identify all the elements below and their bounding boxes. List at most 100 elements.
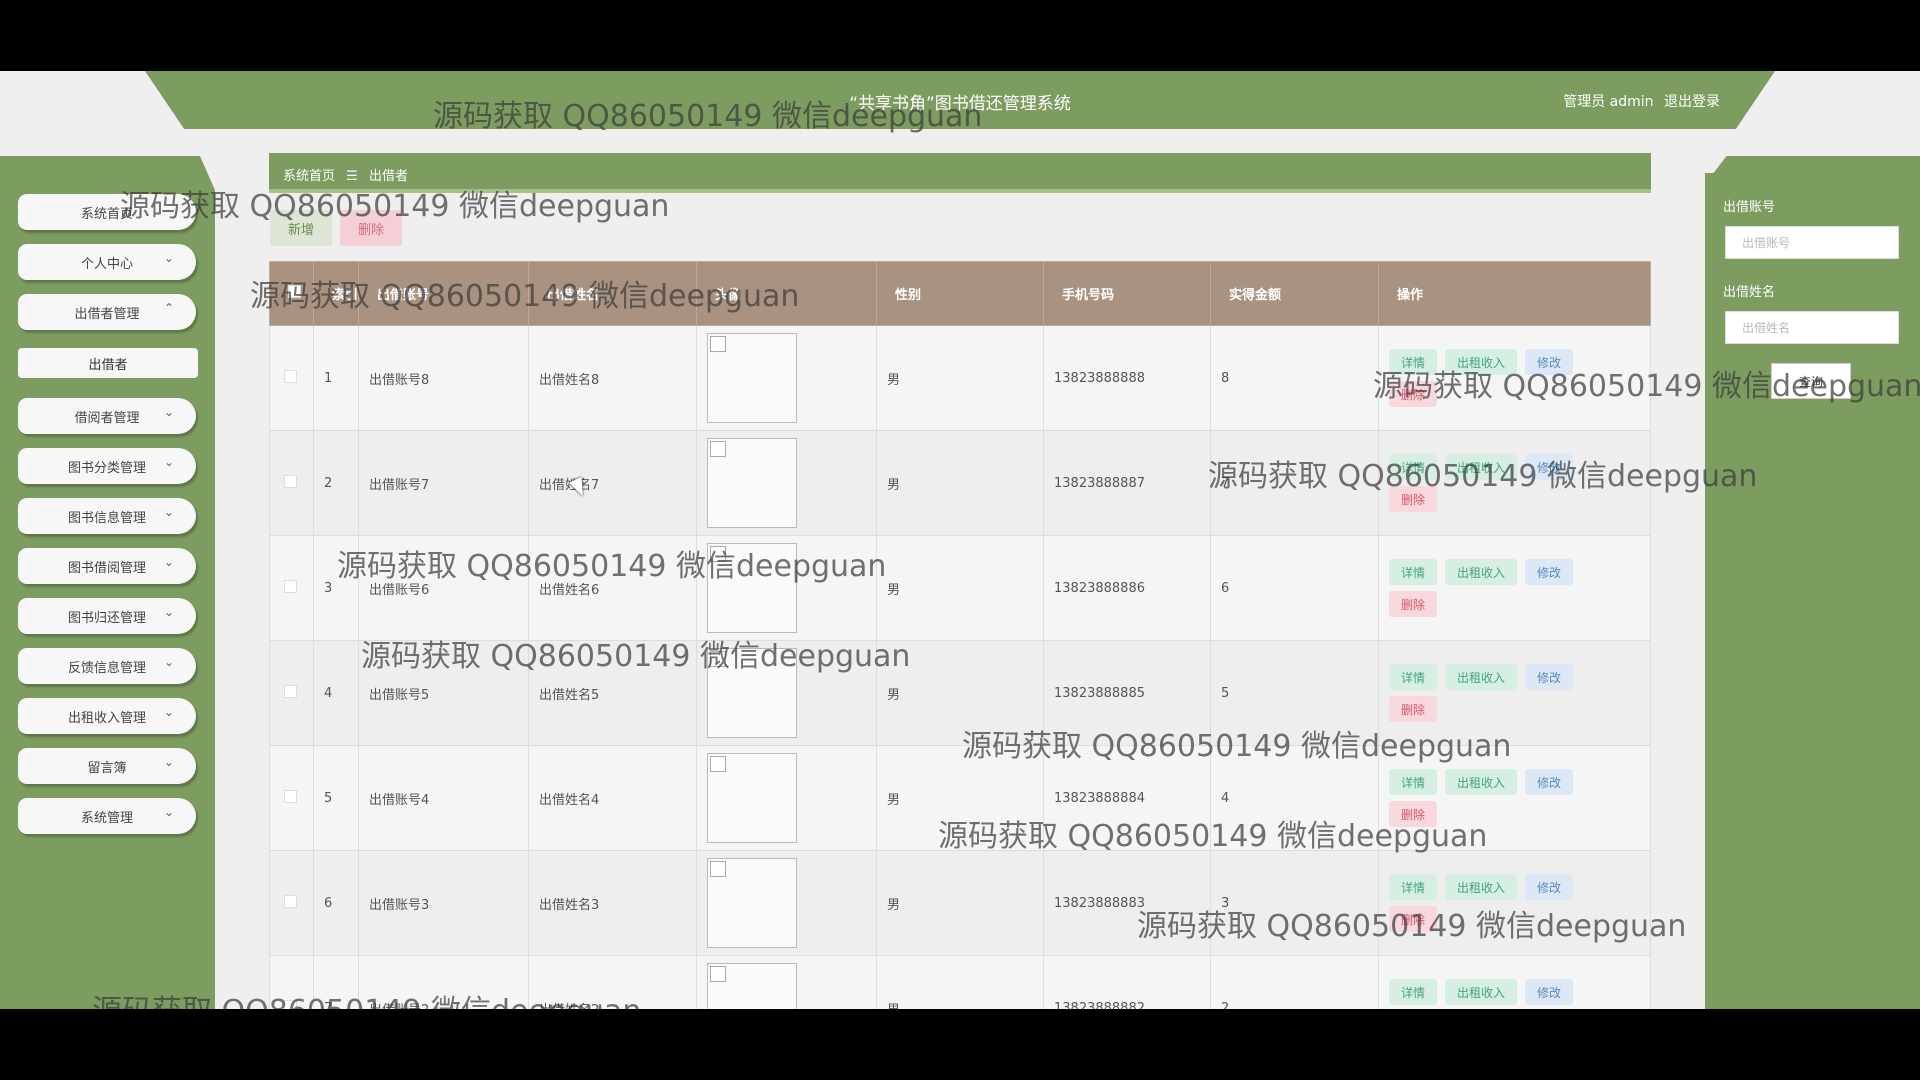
chevron-down-icon: ⌄ (163, 605, 174, 619)
sidebar-item-label: 图书归还管理 (67, 610, 146, 626)
sidebar-item-borrower-mgmt[interactable]: 借阅者管理 ⌄ (18, 398, 196, 434)
sidebar-item-guestbook[interactable]: 留言簿 ⌄ (18, 748, 196, 784)
detail-button[interactable]: 详情 (1389, 874, 1438, 900)
add-button[interactable]: 新增 (270, 210, 332, 246)
sidebar-item-home[interactable]: 系统首页 (18, 194, 196, 230)
row-checkbox[interactable] (284, 579, 297, 593)
sidebar-item-label: 图书信息管理 (67, 510, 146, 526)
row-select-cell (269, 955, 314, 1009)
sidebar-item-feedback-mgmt[interactable]: 反馈信息管理 ⌄ (18, 648, 196, 684)
row-checkbox[interactable] (284, 789, 297, 803)
detail-button[interactable]: 详情 (1389, 664, 1438, 690)
income-button[interactable]: 出租收入 (1445, 874, 1518, 900)
sidebar-item-profile[interactable]: 个人中心 ⌄ (18, 244, 196, 280)
income-button[interactable]: 出租收入 (1445, 979, 1518, 1005)
row-actions: 详情 出租收入 修改 删除 (1378, 430, 1651, 536)
row-account: 出借账号4 (358, 745, 529, 851)
row-action-group: 详情 出租收入 修改 删除 (1389, 664, 1589, 722)
logout-link[interactable]: 退出登录 (1664, 94, 1720, 110)
row-phone: 13823888883 (1043, 850, 1211, 956)
name-search-input[interactable]: 出借姓名 (1725, 311, 1899, 344)
edit-button[interactable]: 修改 (1525, 769, 1574, 795)
delete-button[interactable]: 删除 (1389, 591, 1438, 617)
edit-button[interactable]: 修改 (1525, 559, 1574, 585)
delete-button[interactable]: 删除 (1389, 486, 1438, 512)
detail-button[interactable]: 详情 (1389, 979, 1438, 1005)
detail-button[interactable]: 详情 (1389, 349, 1438, 375)
row-amount: 2 (1210, 955, 1379, 1009)
delete-button[interactable]: 删除 (1389, 906, 1438, 932)
row-index: 4 (313, 640, 359, 746)
sidebar-item-income-mgmt[interactable]: 出租收入管理 ⌄ (18, 698, 196, 734)
row-select-cell (269, 325, 314, 431)
row-checkbox[interactable] (284, 369, 297, 383)
detail-button[interactable]: 详情 (1389, 454, 1438, 480)
search-button[interactable]: 查询 (1771, 363, 1851, 399)
edit-button[interactable]: 修改 (1525, 664, 1574, 690)
row-index: 6 (313, 850, 359, 956)
row-avatar-cell (696, 745, 877, 851)
row-name: 出借姓名7 (528, 430, 697, 536)
edit-button[interactable]: 修改 (1525, 454, 1574, 480)
select-all-checkbox[interactable] (288, 285, 301, 298)
income-button[interactable]: 出租收入 (1445, 349, 1518, 375)
chevron-up-icon: ⌃ (163, 301, 174, 315)
detail-button[interactable]: 详情 (1389, 559, 1438, 585)
row-checkbox[interactable] (284, 894, 297, 908)
row-name: 出借姓名4 (528, 745, 697, 851)
account-search-input[interactable]: 出借账号 (1725, 226, 1899, 259)
sidebar: 系统首页 个人中心 ⌄ 出借者管理 ⌃ 出借者 借阅者管理 ⌄ 图书分类管理 ⌄ 图书信… (0, 156, 215, 1009)
avatar-image (707, 963, 797, 1009)
row-amount: 5 (1210, 640, 1379, 746)
row-checkbox[interactable] (284, 684, 297, 698)
sidebar-item-system-mgmt[interactable]: 系统管理 ⌄ (18, 798, 196, 834)
sidebar-item-label: 出借者管理 (74, 306, 140, 322)
edit-button[interactable]: 修改 (1525, 349, 1574, 375)
row-account: 出借账号3 (358, 850, 529, 956)
chevron-down-icon: ⌄ (163, 755, 174, 769)
sidebar-item-category-mgmt[interactable]: 图书分类管理 ⌄ (18, 448, 196, 484)
breadcrumb-home[interactable]: 系统首页 (283, 169, 335, 184)
row-amount: 4 (1210, 745, 1379, 851)
row-action-group: 详情 出租收入 修改 删除 (1389, 874, 1589, 932)
sidebar-item-label: 出租收入管理 (67, 710, 146, 726)
income-button[interactable]: 出租收入 (1445, 769, 1518, 795)
sidebar-item-label: 个人中心 (80, 256, 133, 272)
delete-button[interactable]: 删除 (1389, 381, 1438, 407)
lender-table: 索引 出借账号 出借姓名 头像 性别 手机号码 实得金额 操作 1 出借账号8 … (269, 261, 1651, 1009)
row-checkbox[interactable] (284, 474, 297, 488)
header-avatar: 头像 (696, 261, 877, 326)
income-button[interactable]: 出租收入 (1445, 454, 1518, 480)
bulk-delete-button[interactable]: 删除 (340, 210, 402, 246)
sidebar-item-borrow-mgmt[interactable]: 图书借阅管理 ⌄ (18, 548, 196, 584)
row-avatar-cell (696, 640, 877, 746)
row-name: 出借姓名3 (528, 850, 697, 956)
edit-button[interactable]: 修改 (1525, 874, 1574, 900)
income-button[interactable]: 出租收入 (1445, 559, 1518, 585)
sidebar-item-lender-mgmt[interactable]: 出借者管理 ⌃ (18, 294, 196, 330)
avatar-image (707, 333, 797, 423)
sidebar-item-book-info-mgmt[interactable]: 图书信息管理 ⌄ (18, 498, 196, 534)
row-index: 3 (313, 535, 359, 641)
sidebar-item-return-mgmt[interactable]: 图书归还管理 ⌄ (18, 598, 196, 634)
row-phone: 13823888882 (1043, 955, 1211, 1009)
income-button[interactable]: 出租收入 (1445, 664, 1518, 690)
edit-button[interactable]: 修改 (1525, 979, 1574, 1005)
row-avatar-cell (696, 535, 877, 641)
row-checkbox[interactable] (284, 999, 297, 1009)
avatar-image (707, 753, 797, 843)
row-gender: 男 (876, 745, 1044, 851)
delete-button[interactable]: 删除 (1389, 801, 1438, 827)
sidebar-subitem-lender[interactable]: 出借者 (18, 348, 198, 378)
detail-button[interactable]: 详情 (1389, 769, 1438, 795)
table-row: 2 出借账号7 出借姓名7 男 13823888887 7 详情 出租收入 修改… (269, 430, 1651, 536)
row-gender: 男 (876, 850, 1044, 956)
row-gender: 男 (876, 325, 1044, 431)
chevron-down-icon: ⌄ (163, 251, 174, 265)
row-account: 出借账号6 (358, 535, 529, 641)
row-select-cell (269, 430, 314, 536)
row-account: 出借账号2 (358, 955, 529, 1009)
row-action-group: 详情 出租收入 修改 删除 (1389, 769, 1589, 827)
row-select-cell (269, 745, 314, 851)
delete-button[interactable]: 删除 (1389, 696, 1438, 722)
